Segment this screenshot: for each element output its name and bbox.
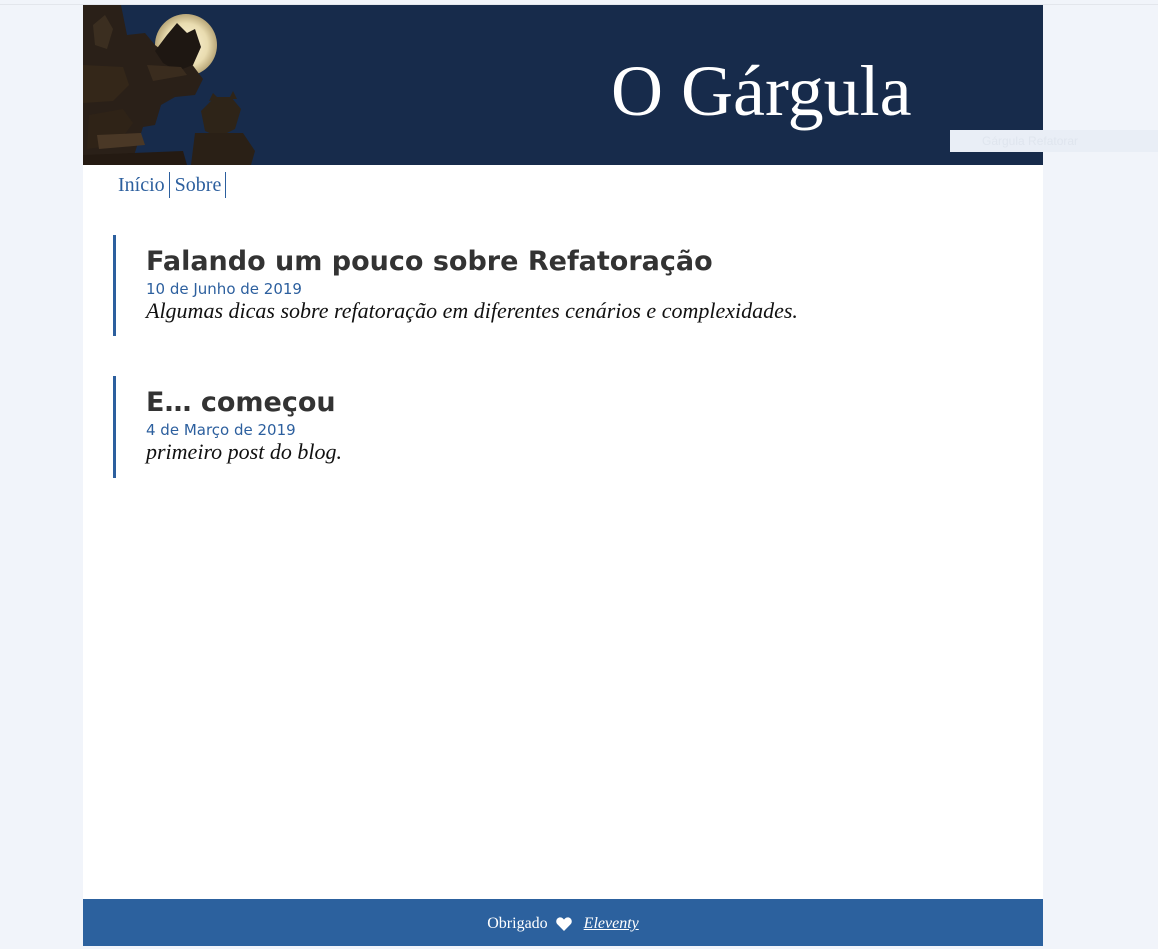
site-title: O Gárgula [611,51,912,131]
footer-thanks-text: Obrigado [487,915,548,932]
heart-icon [555,917,572,932]
post-description: primeiro post do blog. [146,439,342,464]
nav-item-inicio[interactable]: Início [116,172,170,198]
post-title: E… começou [146,376,993,421]
site-header: O Gárgula [83,5,1043,165]
page-container: O Gárgula Início Sobre Falando um pouco … [83,5,1043,946]
nav-item-sobre[interactable]: Sobre [170,172,227,198]
main-navigation: Início Sobre [116,172,227,198]
site-footer: Obrigado Eleventy [83,899,1043,946]
post-description: Algumas dicas sobre refatoração em difer… [146,298,798,323]
post-title-link[interactable]: E… começou [146,387,336,418]
post-date: 4 de Março de 2019 [146,421,296,439]
post-title: Falando um pouco sobre Refatoração [146,235,993,280]
post-card: E… começou 4 de Março de 2019 primeiro p… [113,376,993,478]
post-title-link[interactable]: Falando um pouco sobre Refatoração [146,246,713,277]
eleventy-link[interactable]: Eleventy [584,915,639,932]
header-image-caption: Gárgula Refatorar [950,130,1158,152]
post-date: 10 de Junho de 2019 [146,280,302,298]
gargoyle-moon-image [83,5,258,165]
post-card: Falando um pouco sobre Refatoração 10 de… [113,235,993,336]
